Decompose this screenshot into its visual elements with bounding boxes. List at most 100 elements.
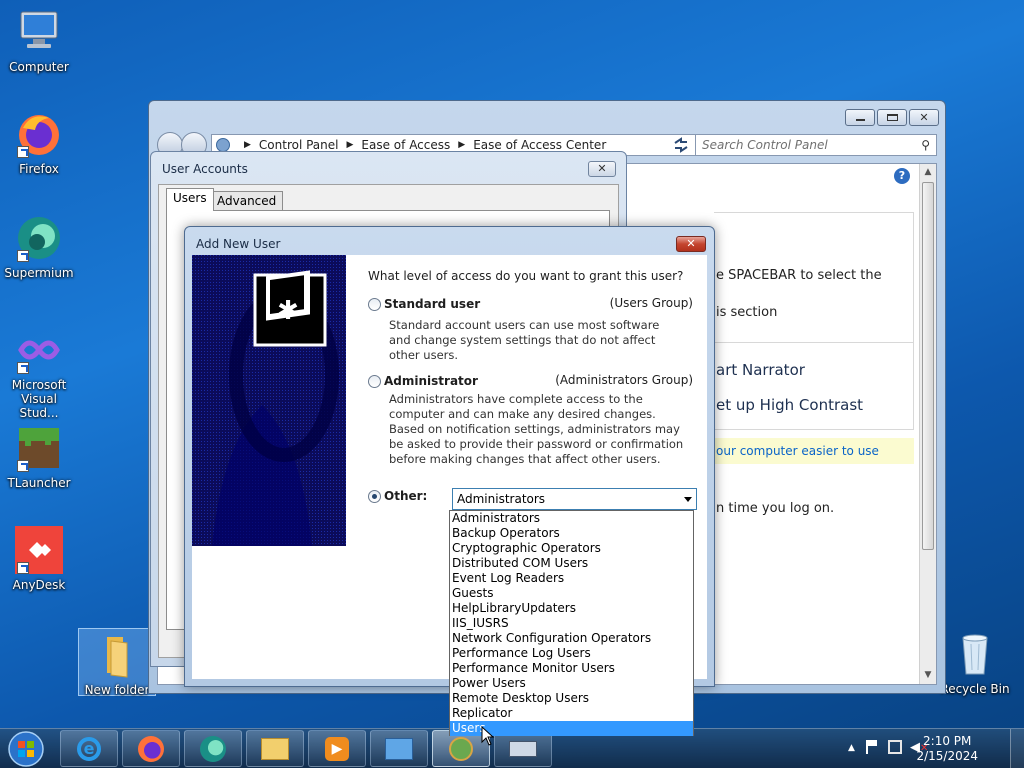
- desktop-icon-tlauncher[interactable]: TLauncher: [0, 424, 78, 490]
- firefox-icon: [15, 110, 63, 158]
- internet-explorer-icon: e: [77, 737, 101, 761]
- dialog-title: Add New User: [196, 237, 281, 251]
- taskbar-media-player[interactable]: ▶: [308, 730, 366, 767]
- clock-time: 2:10 PM: [923, 734, 972, 748]
- dropdown-item[interactable]: Replicator: [450, 706, 693, 721]
- standard-user-label[interactable]: Standard user: [384, 297, 480, 311]
- dropdown-item[interactable]: Distributed COM Users: [450, 556, 693, 571]
- dropdown-item[interactable]: HelpLibraryUpdaters: [450, 601, 693, 616]
- breadcrumb-item[interactable]: Ease of Access: [361, 138, 450, 152]
- dropdown-item[interactable]: Event Log Readers: [450, 571, 693, 586]
- administrator-label[interactable]: Administrator: [384, 374, 478, 388]
- dropdown-item[interactable]: Cryptographic Operators: [450, 541, 693, 556]
- standard-user-description: Standard account users can use most soft…: [389, 318, 660, 362]
- folder-icon: [93, 631, 141, 679]
- taskbar-file-explorer[interactable]: [246, 730, 304, 767]
- administrator-description: Administrators have complete access to t…: [389, 392, 684, 466]
- vertical-scrollbar[interactable]: ▲ ▼: [919, 164, 936, 684]
- on-screen-keyboard-icon: [509, 741, 537, 757]
- desktop-icon-visual-studio[interactable]: Microsoft Visual Stud...: [0, 326, 78, 420]
- dropdown-item[interactable]: Guests: [450, 586, 693, 601]
- desktop-icon-label: New folder: [84, 683, 150, 697]
- dropdown-item[interactable]: Administrators: [450, 511, 693, 526]
- recycle-bin-icon: [951, 630, 999, 678]
- dropdown-item[interactable]: Backup Operators: [450, 526, 693, 541]
- breadcrumb-item[interactable]: Control Panel: [259, 138, 339, 152]
- desktop-icon-supermium[interactable]: Supermium: [0, 214, 78, 280]
- show-desktop-button[interactable]: [1010, 729, 1024, 768]
- dropdown-item[interactable]: Power Users: [450, 676, 693, 691]
- control-panel-icon: [216, 138, 230, 152]
- start-button[interactable]: [4, 730, 48, 768]
- shortcut-arrow-icon: [17, 146, 29, 158]
- maximize-button[interactable]: [877, 109, 907, 126]
- minimize-button[interactable]: [845, 109, 875, 126]
- dropdown-item[interactable]: Performance Log Users: [450, 646, 693, 661]
- dropdown-item[interactable]: Remote Desktop Users: [450, 691, 693, 706]
- control-panel-icon: [385, 738, 413, 760]
- group-select[interactable]: Administrators: [452, 488, 697, 510]
- clock[interactable]: 2:10 PM 2/15/2024: [916, 734, 978, 764]
- standard-user-group: (Users Group): [609, 296, 693, 310]
- content-text: n time you log on.: [716, 501, 835, 516]
- user-accounts-icon: [449, 737, 473, 761]
- tab-advanced[interactable]: Advanced: [210, 191, 284, 211]
- breadcrumb-item[interactable]: Ease of Access Center: [473, 138, 606, 152]
- scroll-down-arrow[interactable]: ▼: [920, 667, 936, 684]
- chevron-right-icon: ▶: [346, 140, 354, 150]
- scroll-thumb[interactable]: [922, 182, 934, 550]
- shortcut-arrow-icon: [17, 362, 29, 374]
- group-dropdown-list[interactable]: Administrators Backup Operators Cryptogr…: [449, 510, 694, 736]
- supermium-icon: [200, 736, 226, 762]
- taskbar-firefox[interactable]: [122, 730, 180, 767]
- close-button[interactable]: ✕: [588, 161, 616, 177]
- taskbar-ie[interactable]: e: [60, 730, 118, 767]
- tab-users[interactable]: Users: [166, 188, 214, 211]
- narrator-link[interactable]: art Narrator: [716, 361, 805, 379]
- taskbar-supermium[interactable]: [184, 730, 242, 767]
- search-placeholder: Search Control Panel: [702, 138, 828, 152]
- make-easier-link[interactable]: our computer easier to use: [716, 444, 879, 458]
- group-select-value: Administrators: [457, 492, 546, 506]
- show-hidden-icons-icon[interactable]: ▲: [848, 743, 855, 753]
- help-icon[interactable]: ?: [894, 168, 910, 184]
- administrator-group: (Administrators Group): [555, 373, 693, 387]
- close-button[interactable]: ✕: [909, 109, 939, 126]
- shortcut-arrow-icon: [17, 562, 29, 574]
- desktop-icon-firefox[interactable]: Firefox: [0, 110, 78, 176]
- other-radio[interactable]: [368, 490, 381, 503]
- desktop-icon-new-folder[interactable]: New folder: [78, 628, 156, 697]
- anydesk-icon: [15, 526, 63, 574]
- desktop-icon-label: Supermium: [4, 266, 74, 280]
- desktop-icon-label: Recycle Bin: [940, 682, 1010, 696]
- desktop-icon-label: Firefox: [19, 162, 59, 176]
- desktop-icon-recycle-bin[interactable]: Recycle Bin: [936, 630, 1014, 696]
- shortcut-arrow-icon: [17, 460, 29, 472]
- dropdown-item[interactable]: Performance Monitor Users: [450, 661, 693, 676]
- administrator-radio[interactable]: [368, 375, 381, 388]
- high-contrast-link[interactable]: et up High Contrast: [716, 396, 863, 414]
- dropdown-item[interactable]: Network Configuration Operators: [450, 631, 693, 646]
- desktop-icon-computer[interactable]: Computer: [0, 8, 78, 74]
- mouse-cursor-icon: [481, 725, 495, 749]
- scroll-up-arrow[interactable]: ▲: [920, 164, 936, 181]
- other-label[interactable]: Other:: [384, 489, 427, 503]
- close-button[interactable]: ✕: [676, 236, 706, 252]
- search-icon[interactable]: ⚲: [921, 138, 930, 152]
- dropdown-item[interactable]: IIS_IUSRS: [450, 616, 693, 631]
- desktop-icon-anydesk[interactable]: AnyDesk: [0, 526, 78, 592]
- chevron-down-icon[interactable]: [684, 497, 692, 502]
- action-center-flag-icon[interactable]: [866, 740, 878, 754]
- desktop-icon-label: TLauncher: [7, 476, 71, 490]
- refresh-icon[interactable]: [671, 135, 691, 155]
- standard-user-radio[interactable]: [368, 298, 381, 311]
- search-input[interactable]: Search Control Panel ⚲: [695, 134, 937, 156]
- chevron-right-icon: ▶: [458, 140, 466, 150]
- system-tray: ▲ ◀✕ 2:10 PM 2/15/2024: [834, 729, 1024, 768]
- shortcut-arrow-icon: [17, 250, 29, 262]
- taskbar-control-panel[interactable]: [370, 730, 428, 767]
- clock-date: 2/15/2024: [916, 749, 978, 763]
- user-banner-image: ✱: [192, 255, 346, 546]
- access-question: What level of access do you want to gran…: [368, 269, 684, 283]
- network-icon[interactable]: [888, 740, 902, 754]
